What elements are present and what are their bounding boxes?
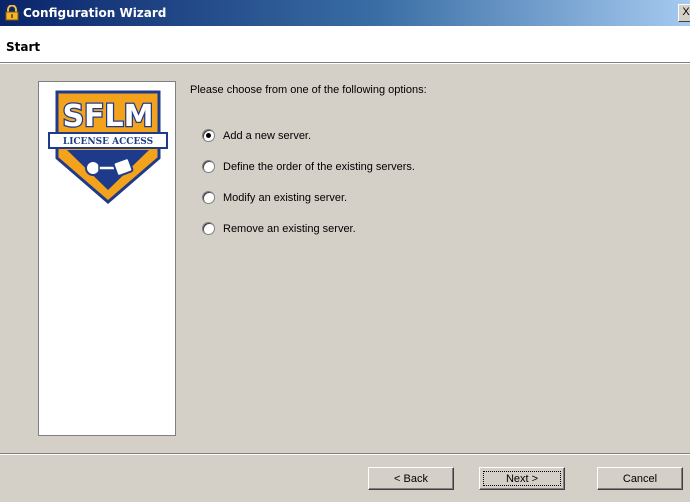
options-radio-group: Add a new server. Define the order of th… (202, 120, 415, 244)
logo-panel: SFLM LICENSE ACCESS (38, 81, 176, 436)
back-button[interactable]: < Back (368, 467, 454, 490)
cancel-button-label: Cancel (622, 473, 658, 485)
back-button-label: < Back (394, 473, 428, 485)
instruction-text: Please choose from one of the following … (190, 84, 427, 96)
option-label: Define the order of the existing servers… (223, 160, 415, 173)
footer-divider-highlight (0, 454, 690, 455)
radio-button[interactable] (202, 191, 215, 204)
option-label: Add a new server. (223, 129, 312, 142)
logo-brand-text: SFLM (62, 99, 153, 134)
option-label: Modify an existing server. (223, 191, 348, 204)
option-define-server-order[interactable]: Define the order of the existing servers… (202, 151, 415, 182)
next-button[interactable]: Next > (479, 467, 565, 490)
configuration-wizard-window: Configuration Wizard X Start SFLM LICENS… (0, 0, 690, 502)
window-title: Configuration Wizard (23, 6, 167, 20)
logo-subtitle-text: LICENSE ACCESS (63, 137, 153, 147)
focus-ring (483, 471, 561, 486)
close-button[interactable]: X (678, 4, 690, 22)
cancel-button[interactable]: Cancel (597, 467, 683, 490)
option-modify-server[interactable]: Modify an existing server. (202, 182, 415, 213)
header-divider-highlight (0, 63, 690, 64)
option-label: Remove an existing server. (223, 222, 356, 235)
radio-button-selected[interactable] (202, 129, 215, 142)
sflm-logo: SFLM LICENSE ACCESS (48, 90, 168, 204)
title-bar[interactable]: Configuration Wizard X (0, 0, 690, 26)
option-add-new-server[interactable]: Add a new server. (202, 120, 415, 151)
wizard-header: Start (0, 26, 690, 62)
radio-button[interactable] (202, 222, 215, 235)
page-title: Start (6, 40, 41, 54)
lock-icon (4, 4, 20, 21)
radio-button[interactable] (202, 160, 215, 173)
option-remove-server[interactable]: Remove an existing server. (202, 213, 415, 244)
